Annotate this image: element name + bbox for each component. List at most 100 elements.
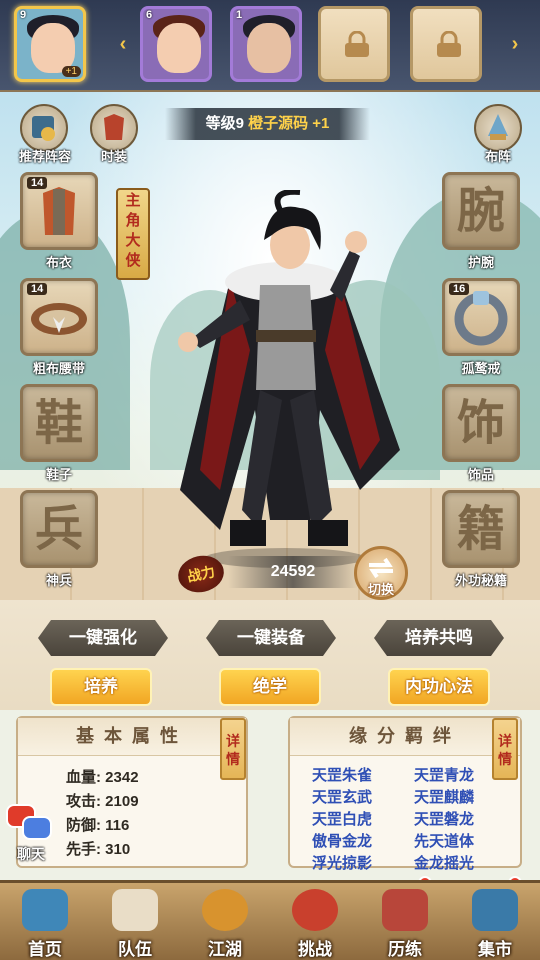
nav-label: 江湖 (208, 940, 242, 959)
bottom-nav: 首页 队伍 江湖 挑战 历练 集市 (0, 880, 540, 960)
equip-label: 饰品 (467, 467, 494, 482)
bond-item: 天罡磐龙 (414, 811, 475, 828)
market-icon (472, 889, 518, 931)
bond-item: 天罡玄武 (312, 789, 373, 806)
switch-label: 切换 (367, 582, 394, 597)
costume-icon (104, 114, 124, 140)
banner-char: 侠 (125, 251, 141, 269)
hero-bar: 9 +1 ‹ 6 1 › (0, 0, 540, 92)
bond-item: 浮光掠影 (312, 855, 373, 872)
hero-level: 6 (146, 9, 153, 21)
tab-inner-power[interactable]: 内功心法 (388, 668, 490, 706)
hero-character (178, 190, 400, 568)
equip-slot-shoes[interactable]: 鞋 (20, 384, 98, 462)
equip-label: 布衣 (45, 255, 72, 270)
chat-button[interactable]: 聊天 (6, 800, 56, 864)
equip-slot-belt[interactable]: 14 (20, 278, 98, 356)
recommend-lineup-button[interactable] (20, 104, 68, 152)
prev-arrow-icon[interactable]: ‹ (112, 32, 134, 56)
equip-slot-clothes[interactable]: 14 (20, 172, 98, 250)
next-arrow-icon[interactable]: › (504, 32, 526, 56)
level-pill: 等级9 橙子源码 +1 (165, 108, 370, 140)
stat-attack: 攻击: 2109 (66, 793, 139, 810)
bond-item: 天罡青龙 (414, 767, 475, 784)
recommend-lineup-label: 推荐阵容 (18, 149, 71, 164)
bracer-placeholder-glyph: 腕 (456, 183, 505, 239)
equip-label: 孤鹜戒 (461, 361, 501, 376)
fashion-button[interactable] (90, 104, 138, 152)
equip-label: 外功秘籍 (454, 573, 507, 588)
banner-char: 大 (125, 231, 141, 249)
shoes-placeholder-glyph: 鞋 (34, 395, 83, 451)
resonance-button[interactable]: 培养共鸣 (374, 620, 504, 656)
manual-placeholder-glyph: 籍 (456, 501, 505, 557)
protagonist-banner: 主 角 大 侠 (116, 188, 150, 280)
chat-bubble-icon (22, 816, 52, 840)
formation-icon (488, 114, 508, 140)
equip-label: 粗布腰带 (32, 361, 85, 376)
auto-equip-button[interactable]: 一键装备 (206, 620, 336, 656)
power-value: 24592 (228, 556, 358, 588)
auto-enhance-button[interactable]: 一键强化 (38, 620, 168, 656)
bonds-detail-button[interactable]: 详情 (492, 718, 518, 780)
bond-item: 先天道体 (414, 833, 475, 850)
nav-market[interactable]: 集市 (450, 883, 540, 960)
hero-level: 1 (236, 9, 243, 21)
equip-slot-bracer[interactable]: 腕 (442, 172, 520, 250)
hero-slot-locked[interactable] (318, 6, 390, 82)
equip-level: 14 (27, 283, 48, 295)
nav-challenge[interactable]: 挑战 (270, 883, 360, 960)
tab-cultivate[interactable]: 培养 (50, 668, 152, 706)
detail-label: 详情 (498, 733, 512, 767)
nav-label: 历练 (388, 940, 422, 959)
equip-slot-weapon[interactable]: 兵 (20, 490, 98, 568)
equip-slot-ring[interactable]: 16 (442, 278, 520, 356)
team-icon (112, 889, 158, 931)
level-label: 等级9 (205, 115, 244, 132)
hero-slot-locked[interactable] (410, 6, 482, 82)
bonds-panel: 缘分羁绊 详情 天罡朱雀 天罡玄武 天罡白虎 傲骨金龙 浮光掠影 天罡青龙 天罡… (288, 716, 522, 872)
nav-label: 队伍 (118, 940, 152, 959)
nav-jianghu[interactable]: 江湖 (180, 883, 270, 960)
player-name: 橙子源码 (248, 115, 309, 132)
equip-label: 神兵 (45, 573, 72, 588)
accessory-placeholder-glyph: 饰 (456, 395, 505, 451)
nav-team[interactable]: 队伍 (90, 883, 180, 960)
bond-item: 金龙摇光 (414, 855, 475, 872)
attributes-title: 基本属性 (18, 718, 246, 756)
attributes-detail-button[interactable]: 详情 (220, 718, 246, 780)
stat-defense: 防御: 116 (66, 817, 130, 834)
bond-item: 天罡白虎 (312, 811, 373, 828)
training-icon (382, 889, 428, 931)
nav-label: 首页 (28, 940, 62, 959)
hero-slot-1[interactable]: 9 +1 (14, 6, 86, 82)
hero-bonus: +1 (61, 66, 81, 77)
equip-label: 鞋子 (45, 467, 72, 482)
stat-initiative: 先手: 310 (66, 841, 131, 858)
hero-face (247, 23, 291, 73)
hero-slot-2[interactable]: 6 (140, 6, 212, 82)
bond-item: 天罡朱雀 (312, 767, 373, 784)
equip-label: 护腕 (467, 255, 494, 270)
formation-label: 布阵 (484, 149, 511, 164)
bond-item: 傲骨金龙 (312, 833, 373, 850)
stat-hp: 血量: 2342 (66, 769, 139, 786)
bond-item: 天罡麒麟 (414, 789, 475, 806)
equip-slot-accessory[interactable]: 饰 (442, 384, 520, 462)
nav-training[interactable]: 历练 (360, 883, 450, 960)
nav-label: 挑战 (298, 940, 332, 959)
switch-button[interactable]: 切换 (354, 546, 408, 600)
chat-label: 聊天 (17, 846, 45, 862)
combat-power: 战力 24592 (174, 551, 368, 597)
detail-label: 详情 (226, 733, 240, 767)
nav-home[interactable]: 首页 (0, 883, 90, 960)
hero-slot-3[interactable]: 1 (230, 6, 302, 82)
formation-button[interactable] (474, 104, 522, 152)
power-label: 战力 (174, 551, 228, 597)
book-icon (32, 116, 55, 141)
lock-icon (345, 31, 369, 57)
banner-char: 主 (125, 191, 141, 209)
equip-level: 14 (27, 177, 48, 189)
equip-slot-manual[interactable]: 籍 (442, 490, 520, 568)
tab-skills[interactable]: 绝学 (219, 668, 321, 706)
